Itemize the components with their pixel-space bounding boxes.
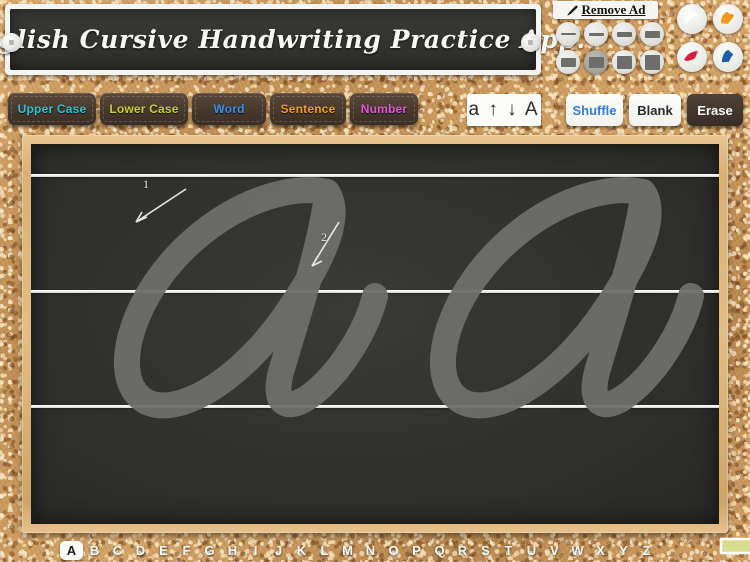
chalkboard-writing-area[interactable]: 1 2 xyxy=(31,144,719,524)
alphabet-letter-v[interactable]: V xyxy=(543,543,566,558)
chalk-mark-icon xyxy=(721,12,734,24)
alphabet-letter-c[interactable]: C xyxy=(106,543,129,558)
mode-sentence[interactable]: Sentence xyxy=(270,93,346,125)
pen-width-6[interactable] xyxy=(584,50,608,74)
pen-width-3[interactable] xyxy=(612,22,636,46)
chalk-mark-icon xyxy=(684,13,700,23)
alphabet-letter-b[interactable]: B xyxy=(83,543,106,558)
app-title-sign: English Cursive Handwriting Practice App… xyxy=(0,4,585,75)
pen-width-8[interactable] xyxy=(640,50,664,74)
chalk-mark-icon xyxy=(722,50,733,63)
alphabet-letter-h[interactable]: H xyxy=(221,543,244,558)
alphabet-letter-d[interactable]: D xyxy=(129,543,152,558)
mode-upper-case-label: Upper Case xyxy=(17,102,87,116)
alphabet-letter-x[interactable]: X xyxy=(589,543,612,558)
mode-sentence-label: Sentence xyxy=(280,102,336,116)
shuffle-button[interactable]: Shuffle xyxy=(566,94,623,126)
stroke-number-1: 1 xyxy=(143,177,149,191)
chalkboard-frame: 1 2 xyxy=(22,135,728,533)
mode-number[interactable]: Number xyxy=(350,93,418,125)
color-orange-button[interactable] xyxy=(713,4,743,34)
alphabet-letter-w[interactable]: W xyxy=(566,543,589,558)
cursive-letter-tracing xyxy=(114,177,704,419)
pen-width-1[interactable] xyxy=(556,22,580,46)
alphabet-letter-m[interactable]: M xyxy=(336,543,359,558)
next-arrow-button[interactable] xyxy=(719,531,750,561)
alphabet-letter-a[interactable]: A xyxy=(60,541,83,560)
mode-lower-case[interactable]: Lower Case xyxy=(100,93,188,125)
pen-width-4[interactable] xyxy=(640,22,664,46)
alphabet-letter-n[interactable]: N xyxy=(359,543,382,558)
mode-word[interactable]: Word xyxy=(192,93,266,125)
pen-width-5[interactable] xyxy=(556,50,580,74)
title-plate: English Cursive Handwriting Practice App… xyxy=(0,9,585,70)
color-red-button[interactable] xyxy=(677,42,707,72)
alphabet-selector-bar: ABCDEFGHIJKLMNOPQRSTUVWXYZ xyxy=(60,539,750,562)
color-blue-button[interactable] xyxy=(713,42,743,72)
blank-button[interactable]: Blank xyxy=(629,94,681,126)
mode-word-label: Word xyxy=(213,102,245,116)
mode-lower-case-label: Lower Case xyxy=(109,102,179,116)
erase-button[interactable]: Erase xyxy=(687,94,743,126)
pen-width-2[interactable] xyxy=(584,22,608,46)
alphabet-letter-s[interactable]: S xyxy=(474,543,497,558)
alphabet-letter-z[interactable]: Z xyxy=(635,543,658,558)
mode-number-label: Number xyxy=(360,102,408,116)
shuffle-label: Shuffle xyxy=(572,102,617,118)
pencil-icon xyxy=(567,4,578,15)
alphabet-letter-y[interactable]: Y xyxy=(612,543,635,558)
alphabet-letter-e[interactable]: E xyxy=(152,543,175,558)
case-toggle-button[interactable]: a ↑ ↓ A xyxy=(467,94,541,126)
alphabet-letter-r[interactable]: R xyxy=(451,543,474,558)
remove-ad-label: Remove Ad xyxy=(581,2,646,17)
stroke-number-2: 2 xyxy=(321,230,327,244)
page-title: English Cursive Handwriting Practice App… xyxy=(0,25,586,54)
blank-label: Blank xyxy=(637,102,673,118)
sign-screw-left xyxy=(2,33,21,52)
chalk-mark-icon xyxy=(684,51,698,61)
alphabet-letter-i[interactable]: I xyxy=(244,543,267,558)
pen-width-7[interactable] xyxy=(612,50,636,74)
alphabet-letter-k[interactable]: K xyxy=(290,543,313,558)
color-white-button[interactable] xyxy=(677,4,707,34)
alphabet-letter-u[interactable]: U xyxy=(520,543,543,558)
alphabet-letter-g[interactable]: G xyxy=(198,543,221,558)
alphabet-letter-p[interactable]: P xyxy=(405,543,428,558)
sign-screw-right xyxy=(521,33,540,52)
remove-ad-button[interactable]: Remove Ad xyxy=(553,1,658,19)
alphabet-letter-q[interactable]: Q xyxy=(428,543,451,558)
alphabet-letter-f[interactable]: F xyxy=(175,543,198,558)
mode-upper-case[interactable]: Upper Case xyxy=(8,93,96,125)
alphabet-letter-o[interactable]: O xyxy=(382,543,405,558)
alphabet-letter-j[interactable]: J xyxy=(267,543,290,558)
case-toggle-label: a ↑ ↓ A xyxy=(468,99,540,120)
erase-label: Erase xyxy=(697,102,733,118)
alphabet-letter-l[interactable]: L xyxy=(313,543,336,558)
alphabet-letter-t[interactable]: T xyxy=(497,543,520,558)
